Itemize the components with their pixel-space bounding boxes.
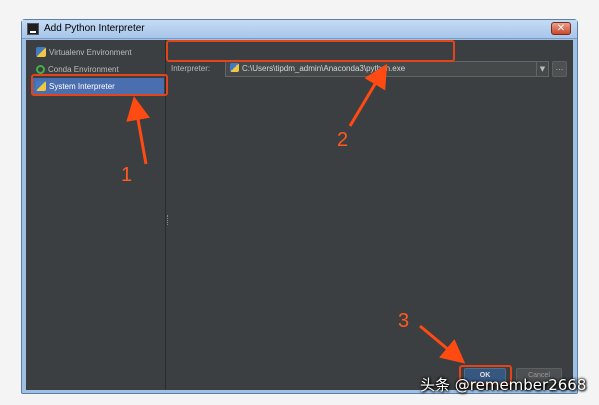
annotation-arrows: [126, 63, 466, 364]
arrow-3: [419, 324, 466, 364]
arrow-1: [126, 96, 150, 165]
watermark-text: 头条 @remember2668: [420, 376, 587, 394]
step-number-1: 1: [121, 164, 133, 186]
step-number-3: 3: [398, 310, 410, 332]
arrow-2: [348, 63, 388, 127]
step-number-2: 2: [337, 129, 349, 151]
